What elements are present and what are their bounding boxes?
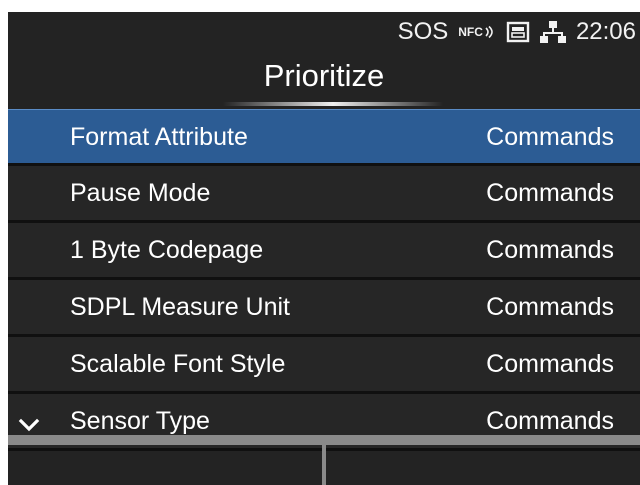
item-label: Scalable Font Style [70, 350, 286, 378]
sos-indicator: SOS [397, 18, 449, 45]
status-bar: SOS NFC 22:06 [398, 12, 640, 52]
page-title: Prioritize [263, 58, 385, 93]
item-value: Commands [486, 179, 614, 207]
nfc-icon: NFC [458, 25, 496, 39]
network-icon [539, 20, 566, 44]
item-value: Commands [486, 350, 614, 378]
item-label: Pause Mode [70, 179, 211, 207]
left-softkey[interactable] [8, 445, 322, 485]
printer-display: SOS NFC 22:06 Prioritize Format Attribut… [8, 12, 640, 485]
item-label: SDPL Measure Unit [70, 293, 290, 321]
item-label: 1 Byte Codepage [70, 236, 264, 264]
nfc-label: NFC [458, 25, 483, 39]
list-item-format-attribute[interactable]: Format Attribute Commands [8, 109, 640, 166]
list-item-pause-mode[interactable]: Pause Mode Commands [8, 166, 640, 223]
list-item-sdpl-measure-unit[interactable]: SDPL Measure Unit Commands [8, 280, 640, 337]
item-value: Commands [486, 293, 614, 321]
list-item-1-byte-codepage[interactable]: 1 Byte Codepage Commands [8, 223, 640, 280]
list-item-scalable-font-style[interactable]: Scalable Font Style Commands [8, 337, 640, 394]
sd-card-icon [506, 21, 530, 43]
title-underline [223, 102, 443, 106]
clock: 22:06 [575, 18, 636, 45]
settings-list: Format Attribute Commands Pause Mode Com… [8, 109, 640, 451]
right-softkey[interactable] [326, 445, 640, 485]
item-value: Commands [486, 236, 614, 264]
item-label: Format Attribute [70, 123, 248, 151]
item-value: Commands [486, 123, 614, 151]
